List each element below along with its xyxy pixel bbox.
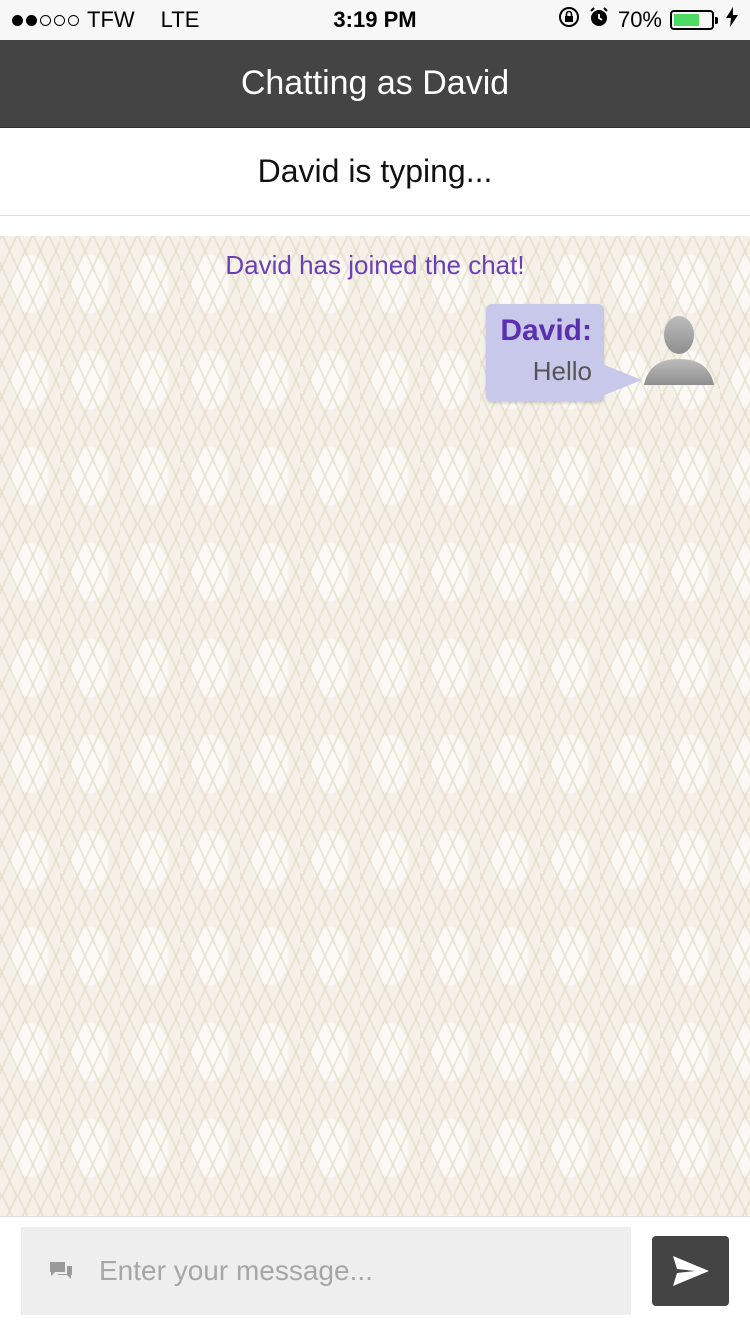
status-bar: TFW LTE 3:19 PM 70% [0, 0, 750, 40]
message-text: Hello [532, 356, 592, 386]
message-input-wrapper [21, 1227, 631, 1315]
carrier-name: TFW [87, 7, 135, 32]
system-message: David has joined the chat! [225, 250, 525, 280]
alarm-clock-icon [588, 6, 610, 34]
battery-percent: 70% [617, 7, 662, 32]
status-right: 70% [558, 6, 738, 34]
status-left: TFW LTE [12, 7, 199, 33]
signal-strength-icon [12, 14, 79, 26]
battery-icon [670, 10, 718, 30]
chat-bubbles-icon [31, 1260, 91, 1282]
typing-indicator: David is typing... [257, 153, 493, 189]
message-input[interactable] [91, 1227, 631, 1315]
app-header: Chatting as David [0, 40, 750, 128]
composer-bar [0, 1216, 750, 1334]
message-sender: David: [500, 314, 592, 347]
message-row: David: Hello [486, 304, 714, 401]
charging-bolt-icon [726, 7, 738, 33]
user-avatar-icon [644, 315, 714, 385]
network-type: LTE [160, 7, 200, 32]
chat-messages-area[interactable]: David has joined the chat! David: Hello [0, 236, 750, 1216]
message-bubble: David: Hello [486, 304, 642, 401]
typing-indicator-bar: David is typing... [0, 128, 750, 216]
battery-fill [674, 14, 700, 26]
send-button[interactable] [652, 1236, 729, 1306]
avatar [644, 313, 714, 393]
rotation-lock-icon [558, 6, 580, 34]
page-title: Chatting as David [240, 64, 510, 102]
send-arrow-icon [672, 1256, 709, 1286]
